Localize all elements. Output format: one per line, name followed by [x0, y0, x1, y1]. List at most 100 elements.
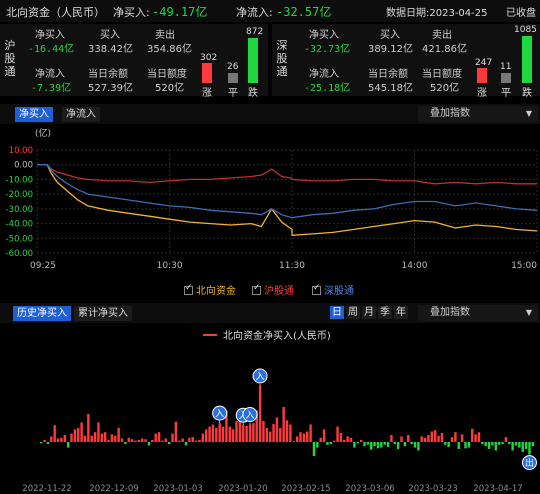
sh-quota-value: 520亿: [155, 83, 185, 94]
bar: [208, 426, 211, 442]
sh-net-buy-label: 净买入: [35, 30, 65, 41]
bar: [336, 426, 339, 442]
x-tick-label: 2023-03-06: [345, 484, 394, 494]
overlay-index-dropdown[interactable]: 叠加指数 ▼: [418, 106, 538, 122]
sh-down-bar: [248, 38, 258, 83]
page-title: 北向资金（人民币）: [6, 6, 105, 19]
bar: [63, 435, 66, 442]
sz-flat-bar: [501, 73, 511, 83]
x-tick-label: 14:00: [402, 261, 428, 271]
legend-sz[interactable]: 深股通: [312, 282, 354, 297]
tab-cumulative-net-buy[interactable]: 累计净买入: [74, 306, 132, 321]
bar: [265, 428, 269, 442]
bar: [359, 439, 363, 442]
tab-net-buy[interactable]: 净买入: [15, 107, 53, 122]
sz-flat-count: 11: [500, 62, 512, 72]
bar: [157, 432, 161, 442]
bar: [161, 440, 164, 442]
history-overlay-dropdown[interactable]: 叠加指数 ▼: [418, 305, 538, 321]
net-buy-label: 净买入:: [113, 6, 150, 19]
sh-up-bar: [202, 63, 212, 83]
bar: [349, 437, 353, 442]
sz-sell-label: 卖出: [432, 30, 452, 41]
bar: [393, 442, 396, 445]
bar: [70, 433, 73, 442]
bar: [77, 428, 80, 442]
bar: [93, 432, 97, 442]
bar: [497, 442, 501, 445]
period-day[interactable]: 日: [330, 306, 344, 319]
bar: [50, 436, 53, 442]
bar: [117, 428, 120, 442]
legend-sh[interactable]: 沪股通: [252, 282, 294, 297]
sz-buy-label: 买入: [380, 30, 400, 41]
bar: [151, 439, 154, 442]
bar: [299, 432, 302, 442]
x-tick-label: 2023-03-23: [408, 484, 457, 494]
bar: [433, 430, 437, 442]
bar: [420, 436, 423, 442]
bar: [332, 440, 336, 442]
y-tick-label: -20.00: [6, 190, 33, 200]
svg-text:入: 入: [256, 372, 265, 383]
bar: [174, 421, 178, 442]
bar: [60, 437, 63, 442]
legend-north[interactable]: 北向资金: [184, 282, 236, 297]
sz-up-bar: [477, 68, 487, 83]
bar: [97, 422, 100, 442]
x-tick-label: 11:30: [279, 261, 305, 271]
period-month[interactable]: 月: [362, 306, 376, 319]
sz-up-count: 247: [475, 58, 493, 68]
y-tick-label: -60.00: [6, 249, 33, 259]
bar: [363, 442, 366, 447]
chevron-down-icon: ▼: [525, 109, 532, 118]
bar: [43, 439, 46, 442]
sz-flat-label: 平: [501, 88, 511, 99]
period-week[interactable]: 周: [346, 306, 360, 319]
bar: [484, 442, 487, 447]
inflow-marker-icon[interactable]: 入: [252, 368, 268, 386]
sz-down-count: 1085: [514, 25, 537, 35]
bar: [282, 407, 285, 442]
sh-up-count: 302: [200, 53, 218, 63]
legend-sh-label: 沪股通: [264, 286, 294, 297]
bar: [302, 433, 306, 442]
tab-history-net-buy[interactable]: 历史净买入: [13, 306, 71, 321]
bar: [316, 442, 319, 448]
inflow-marker-icon[interactable]: 入: [212, 405, 228, 424]
bar: [440, 432, 444, 442]
bar: [487, 442, 491, 449]
net-flow-value: -32.57亿: [276, 5, 332, 19]
bar: [531, 442, 535, 447]
bar: [356, 442, 359, 444]
y-tick-label: 10.00: [9, 146, 33, 156]
bar: [262, 421, 265, 442]
bar: [477, 432, 481, 442]
sh-net-flow-value: -7.39亿: [31, 83, 72, 94]
outflow-marker-icon[interactable]: 出: [521, 455, 537, 471]
sz-net-flow-label: 净流入: [309, 69, 339, 80]
sz-net-buy-label: 净买入: [309, 30, 339, 41]
sz-connect-panel: 深股通 净买入 -32.73亿 买入 389.12亿 卖出 421.86亿 净流…: [272, 24, 540, 99]
period-year[interactable]: 年: [394, 306, 408, 319]
tab-net-flow[interactable]: 净流入: [62, 107, 100, 122]
svg-text:出: 出: [525, 457, 534, 469]
bar: [464, 442, 467, 449]
sh-flat-count: 26: [227, 62, 239, 72]
bar: [524, 442, 528, 449]
bar: [454, 432, 457, 442]
bar: [181, 438, 184, 442]
bar: [514, 442, 518, 446]
bar: [491, 442, 494, 446]
bar: [87, 414, 90, 442]
x-tick-label: 15:00: [511, 261, 537, 271]
period-quarter[interactable]: 季: [378, 306, 392, 319]
bar: [248, 424, 252, 442]
bar: [444, 442, 447, 445]
bar: [481, 442, 484, 445]
bar: [242, 425, 245, 442]
bar: [400, 436, 403, 442]
bar: [403, 442, 407, 447]
bar: [137, 439, 141, 442]
bar: [211, 424, 215, 442]
